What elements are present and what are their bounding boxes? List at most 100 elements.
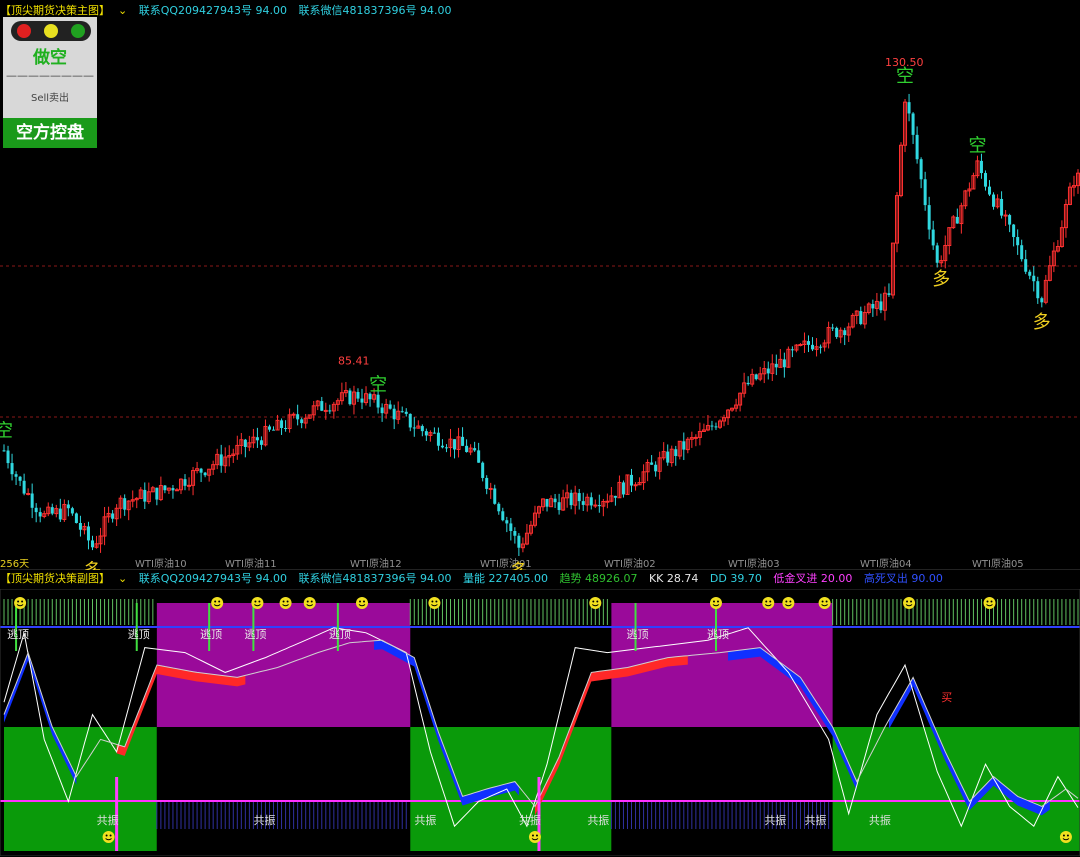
smiley-icon: [983, 597, 996, 609]
candle-body: [1016, 237, 1020, 246]
smiley-eye: [785, 600, 788, 603]
candle-body: [473, 448, 477, 451]
smiley-face: [983, 597, 996, 609]
candle-body: [493, 488, 497, 504]
escape-top-label: 逃顶: [244, 628, 266, 641]
smiley-eye: [712, 600, 715, 603]
candle-body: [259, 440, 263, 445]
candle-body: [983, 173, 987, 187]
smiley-icon: [211, 597, 224, 609]
candle-body: [577, 493, 581, 502]
candle-body: [806, 341, 810, 345]
escape-top-label: 逃顶: [7, 628, 29, 641]
candle-body: [1032, 275, 1036, 282]
candle-body: [6, 450, 10, 464]
candle-body: [267, 426, 271, 430]
smiley-icon: [102, 831, 115, 843]
candle-body: [1000, 198, 1004, 216]
candle-body: [907, 102, 911, 114]
candle-body: [666, 451, 670, 463]
signal-subtext: Sell卖出: [30, 93, 70, 104]
smiley-icon: [14, 597, 27, 609]
candle-body: [408, 413, 412, 428]
candle-body: [710, 425, 714, 427]
bottom-zone: [4, 727, 157, 851]
candle-body: [219, 454, 223, 466]
smiley-icon: [528, 831, 541, 843]
smiley-eye: [825, 600, 828, 603]
smiley-face: [589, 597, 602, 609]
resonance-label: 共振: [587, 813, 609, 827]
candle-body: [440, 445, 444, 448]
candle-body: [404, 411, 408, 414]
candle-body: [66, 504, 70, 509]
signal-divider: ————————: [6, 69, 94, 82]
candle-body: [557, 502, 561, 511]
candle-body: [320, 401, 324, 411]
candle-body: [927, 205, 931, 230]
sub-qq-label: 联系QQ209427943号 94.00: [138, 572, 288, 585]
low-cross-label: 低金叉进 20.00: [773, 572, 853, 585]
smiley-face: [818, 597, 831, 609]
candle-body: [1012, 224, 1016, 238]
candle-body: [2, 450, 6, 452]
candle-body: [505, 520, 509, 524]
escape-top-label: 逃顶: [200, 628, 222, 641]
x-axis-label: WTI原油10: [135, 557, 187, 570]
candle-body: [988, 186, 992, 195]
sub-oscillator-chart[interactable]: 逃顶 逃顶 逃顶 逃顶 逃顶 逃顶 逃顶共振 共振 共振 共振 共振 共振 共振 共振 买: [0, 589, 1080, 856]
resonance-label: 共振: [97, 813, 119, 827]
candle-body: [1040, 298, 1044, 303]
candle-body: [654, 464, 658, 472]
smiley-eye: [821, 600, 824, 603]
smiley-icon: [589, 597, 602, 609]
x-axis-label: 256天: [0, 559, 29, 570]
sell-signal: 空: [896, 66, 914, 87]
candle-body: [1028, 271, 1032, 276]
candle-body: [199, 468, 203, 473]
candle-body: [650, 462, 654, 465]
candle-body: [388, 404, 392, 409]
candle-body: [879, 301, 883, 311]
smiley-icon: [818, 597, 831, 609]
candle-body: [790, 349, 794, 351]
kk-label: KK 28.74: [648, 572, 699, 585]
candle-body: [693, 436, 698, 439]
sub-indicator-title[interactable]: 【顶尖期货决策副图】: [0, 572, 110, 585]
candle-body: [420, 426, 424, 432]
smiley-eye: [363, 600, 365, 603]
candle-body: [323, 409, 328, 412]
candle-body: [187, 484, 192, 487]
candle-body: [392, 408, 396, 420]
escape-top-label: 逃顶: [627, 628, 649, 641]
x-axis-label: WTI原油12: [350, 557, 402, 570]
smiley-icon: [356, 597, 368, 609]
candle-body: [291, 413, 296, 416]
sub-chart-header: 【顶尖期货决策副图】 ⌄ 联系QQ209427943号 94.00 联系微信481…: [0, 571, 1080, 587]
main-candlestick-chart[interactable]: 256天 WTI原油10 WTI原油11 WTI原油12 WTI原油01 WTI原油02 W…: [0, 15, 1080, 570]
smiley-eye: [1066, 834, 1069, 837]
smiley-face: [528, 831, 541, 843]
smiley-eye: [716, 600, 719, 603]
trend-label: 趋势 48926.07: [559, 572, 638, 585]
resonance-label: 共振: [869, 813, 891, 827]
volume-label: 量能 227405.00: [463, 572, 548, 585]
candle-body: [380, 407, 384, 414]
smiley-eye: [769, 600, 772, 603]
candle-body: [581, 501, 585, 505]
smiley-eye: [765, 600, 768, 603]
smiley-eye: [789, 600, 792, 603]
smiley-icon: [279, 597, 292, 609]
smiley-icon: [762, 597, 775, 609]
sell-signal: 空: [369, 375, 387, 396]
smiley-face: [709, 597, 722, 609]
chevron-down-icon[interactable]: ⌄: [118, 572, 127, 585]
smiley-eye: [282, 600, 285, 603]
x-axis-label: WTI原油02: [604, 557, 656, 570]
candle-body: [674, 449, 678, 457]
candle-body: [955, 216, 959, 224]
candle-body: [488, 487, 493, 490]
smiley-eye: [359, 600, 361, 603]
smiley-eye: [109, 834, 112, 837]
yellow-light-icon: [44, 24, 58, 38]
